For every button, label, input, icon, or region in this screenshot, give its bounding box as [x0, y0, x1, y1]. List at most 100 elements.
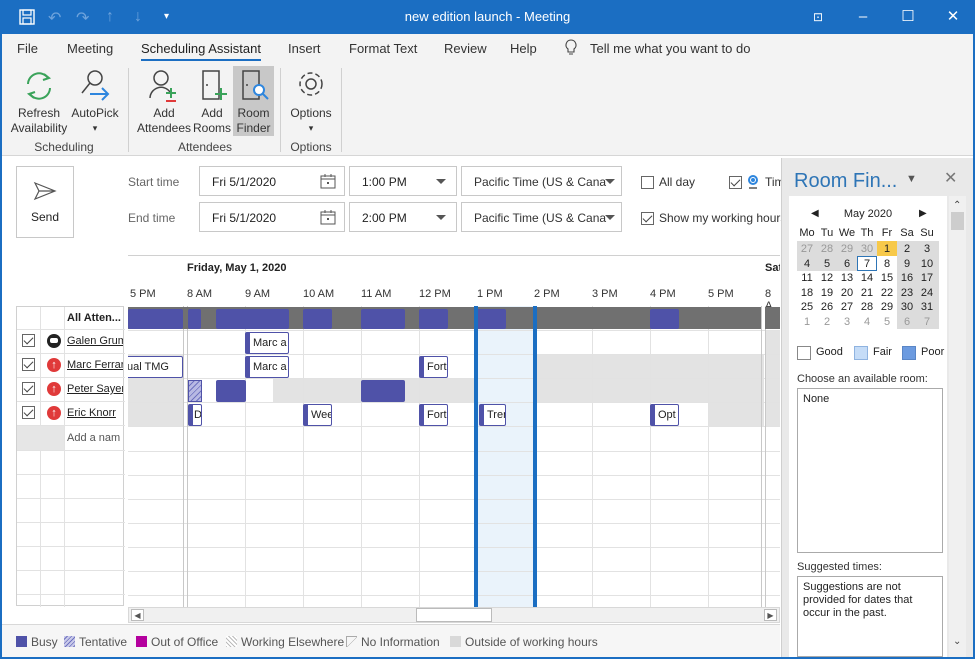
- calendar-day[interactable]: 25: [797, 300, 817, 314]
- appointment-block[interactable]: Wee: [303, 404, 332, 426]
- calendar-icon[interactable]: [320, 173, 336, 192]
- tab-file[interactable]: File: [17, 41, 38, 56]
- attendee-checkbox[interactable]: [22, 406, 35, 419]
- suggested-times-list[interactable]: Suggestions are not provided for dates t…: [797, 576, 943, 657]
- appointment-block[interactable]: Marc a: [245, 356, 289, 378]
- required-attendee-icon[interactable]: ↑: [47, 406, 61, 420]
- tab-insert[interactable]: Insert: [288, 41, 321, 56]
- attendee-checkbox[interactable]: [22, 382, 35, 395]
- tab-meeting[interactable]: Meeting: [67, 41, 113, 56]
- calendar-day[interactable]: 29: [837, 242, 857, 256]
- tab-help[interactable]: Help: [510, 41, 537, 56]
- all-day-checkbox[interactable]: [641, 176, 654, 189]
- calendar-day[interactable]: 30: [857, 242, 877, 256]
- end-date-field[interactable]: Fri 5/1/2020: [199, 202, 345, 232]
- busy-block[interactable]: [361, 380, 405, 402]
- scroll-left-arrow-icon[interactable]: ◀: [131, 609, 144, 621]
- add-attendees-button[interactable]: Add Attendees: [136, 66, 192, 136]
- attendee-name[interactable]: Marc Ferrar: [67, 359, 123, 371]
- calendar-day[interactable]: 30: [897, 300, 917, 314]
- calendar-day[interactable]: 17: [917, 271, 937, 285]
- calendar-day[interactable]: 21: [857, 286, 877, 300]
- calendar-day[interactable]: 22: [877, 286, 897, 300]
- available-rooms-list[interactable]: None: [797, 388, 943, 553]
- close-button[interactable]: ✕: [942, 6, 964, 28]
- calendar-day[interactable]: 27: [837, 300, 857, 314]
- calendar-day[interactable]: 9: [897, 257, 917, 271]
- appointment-block[interactable]: Fort: [419, 404, 448, 426]
- show-working-hours-checkbox[interactable]: [641, 212, 654, 225]
- calendar-icon[interactable]: [320, 209, 336, 228]
- calendar-day[interactable]: 16: [897, 271, 917, 285]
- selected-meeting-range[interactable]: [477, 306, 535, 607]
- add-rooms-button[interactable]: Add Rooms: [192, 66, 232, 136]
- calendar-day[interactable]: 8: [877, 257, 897, 271]
- calendar-day[interactable]: 28: [857, 300, 877, 314]
- attendee-name[interactable]: Galen Grum: [67, 335, 123, 347]
- calendar-day[interactable]: 27: [797, 242, 817, 256]
- calendar-day[interactable]: 11: [797, 271, 817, 285]
- autopick-button[interactable]: AutoPick ▾: [70, 66, 120, 136]
- calendar-day[interactable]: 15: [877, 271, 897, 285]
- calendar-day[interactable]: 29: [877, 300, 897, 314]
- tab-scheduling-assistant[interactable]: Scheduling Assistant: [141, 41, 261, 61]
- calendar-day[interactable]: 4: [857, 315, 877, 329]
- attendee-name[interactable]: Eric Knorr: [67, 407, 123, 419]
- calendar-day[interactable]: 2: [817, 315, 837, 329]
- add-attendee-input[interactable]: Add a nam: [67, 432, 120, 444]
- appointment-block[interactable]: D: [188, 404, 202, 426]
- calendar-day[interactable]: 4: [797, 257, 817, 271]
- required-attendee-icon[interactable]: ↑: [47, 382, 61, 396]
- horizontal-scrollbar[interactable]: ◀ ▶: [128, 607, 780, 623]
- tell-me-search[interactable]: Tell me what you want to do: [590, 41, 750, 56]
- appointment-block[interactable]: Opt: [650, 404, 679, 426]
- minimize-button[interactable]: –: [852, 6, 874, 28]
- send-button[interactable]: Send: [16, 166, 74, 238]
- calendar-day[interactable]: 31: [917, 300, 937, 314]
- calendar-day[interactable]: 5: [817, 257, 837, 271]
- ribbon-display-options-icon[interactable]: ⊡: [807, 6, 829, 28]
- calendar-day[interactable]: 18: [797, 286, 817, 300]
- required-attendee-icon[interactable]: ↑: [47, 358, 61, 372]
- calendar-day[interactable]: 13: [837, 271, 857, 285]
- room-finder-button[interactable]: Room Finder: [233, 66, 274, 136]
- appointment-block[interactable]: Marc a: [245, 332, 289, 354]
- calendar-day[interactable]: 5: [877, 315, 897, 329]
- attendee-checkbox[interactable]: [22, 358, 35, 371]
- pane-options-dropdown-icon[interactable]: ▼: [906, 173, 917, 185]
- refresh-availability-button[interactable]: Refresh Availability: [8, 66, 70, 136]
- next-month-icon[interactable]: ▶: [919, 208, 927, 219]
- calendar-day[interactable]: 3: [917, 242, 937, 256]
- calendar-day[interactable]: 1: [797, 315, 817, 329]
- calendar-day[interactable]: 2: [897, 242, 917, 256]
- calendar-day[interactable]: 12: [817, 271, 837, 285]
- calendar-day[interactable]: 10: [917, 257, 937, 271]
- room-list-item[interactable]: None: [803, 393, 937, 405]
- appointment-block[interactable]: Trer: [479, 404, 506, 426]
- time-zones-checkbox[interactable]: [729, 176, 742, 189]
- busy-block[interactable]: [216, 380, 246, 402]
- attendee-checkbox[interactable]: [22, 334, 35, 347]
- calendar-day[interactable]: 1: [877, 242, 897, 256]
- start-date-field[interactable]: Fri 5/1/2020: [199, 166, 345, 196]
- calendar-day[interactable]: 6: [837, 257, 857, 271]
- calendar-day[interactable]: 6: [897, 315, 917, 329]
- tab-review[interactable]: Review: [444, 41, 487, 56]
- appointment-block[interactable]: Fort: [419, 356, 448, 378]
- attendee-name[interactable]: Peter Sayer: [67, 383, 123, 395]
- calendar-day[interactable]: 19: [817, 286, 837, 300]
- scroll-up-icon[interactable]: ⌃: [953, 200, 961, 211]
- calendar-day[interactable]: 23: [897, 286, 917, 300]
- pane-vertical-scrollbar[interactable]: ⌃ ⌄: [949, 196, 966, 657]
- maximize-button[interactable]: ☐: [897, 6, 919, 28]
- appointment-block[interactable]: ual TMG: [128, 356, 183, 378]
- end-time-dropdown[interactable]: 2:00 PM: [349, 202, 457, 232]
- tentative-block[interactable]: [188, 380, 202, 402]
- start-time-dropdown[interactable]: 1:00 PM: [349, 166, 457, 196]
- calendar-day[interactable]: 7: [917, 315, 937, 329]
- calendar-day[interactable]: 26: [817, 300, 837, 314]
- meeting-start-handle[interactable]: [474, 306, 478, 607]
- calendar-day[interactable]: 24: [917, 286, 937, 300]
- calendar-day[interactable]: 7: [857, 257, 877, 271]
- tab-format-text[interactable]: Format Text: [349, 41, 417, 56]
